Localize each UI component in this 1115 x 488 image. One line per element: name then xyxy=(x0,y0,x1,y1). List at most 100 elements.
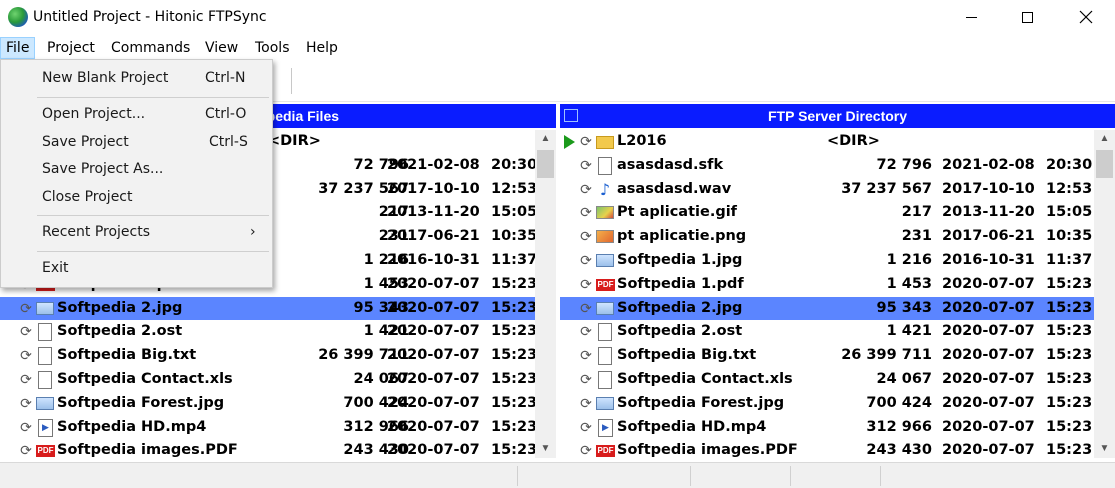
local-scrollbar[interactable]: ▲ ▼ xyxy=(535,130,556,458)
file-size: <DIR> xyxy=(827,133,880,149)
file-size: 312 966 xyxy=(866,418,932,435)
ftp-file-list: ⟳ L2016 <DIR> ⟳ asasdasd.sfk 72 796 2021-02-08… xyxy=(560,130,1094,463)
file-row[interactable]: ⟳ ▶ Softpedia HD.mp4 312 966 2020-07-07 15:23 xyxy=(560,416,1094,440)
menu-open-project[interactable]: Open Project... Ctrl-O xyxy=(2,102,271,126)
file-row[interactable]: ⟳ ▶ Softpedia HD.mp4 312 966 2020-07-07 15:23 xyxy=(0,416,537,440)
file-row[interactable]: ⟳ Softpedia Big.txt 26 399 711 2020-07-07 15… xyxy=(560,344,1094,368)
file-date: 2020-07-07 xyxy=(387,323,480,340)
scroll-down-icon[interactable]: ▼ xyxy=(1094,440,1115,458)
document-icon xyxy=(598,323,612,342)
file-row[interactable]: ⟳ Softpedia Forest.jpg 700 424 2020-07-07 15… xyxy=(560,392,1094,416)
chevron-right-icon: › xyxy=(250,224,256,240)
file-time: 15:23 xyxy=(491,347,538,364)
file-time: 15:23 xyxy=(491,275,538,292)
menu-close-project[interactable]: Close Project xyxy=(2,185,271,209)
menu-save-project-as[interactable]: Save Project As... xyxy=(2,157,271,181)
file-date: 2020-07-07 xyxy=(942,394,1035,411)
file-size: 1 453 xyxy=(886,275,932,292)
menu-bar: File Project Commands View Tools Help xyxy=(0,37,1115,59)
file-name: Softpedia Forest.jpg xyxy=(617,394,785,411)
file-size: 95 343 xyxy=(876,299,933,316)
file-name: Softpedia Contact.xls xyxy=(617,370,793,387)
file-row[interactable]: ⟳ asasdasd.sfk 72 796 2021-02-08 20:30 xyxy=(560,154,1094,178)
file-row[interactable]: ⟳ Softpedia 2.ost 1 421 2020-07-07 15:23 xyxy=(0,320,537,344)
minimize-button[interactable] xyxy=(948,0,994,34)
file-row[interactable]: ⟳ PDFSoftpedia 1.pdf 1 453 2020-07-07 15:23 xyxy=(560,273,1094,297)
file-row[interactable]: ⟳ Softpedia 2.jpg 95 343 2020-07-07 15:23 xyxy=(560,296,1094,321)
file-row[interactable]: ⟳ Softpedia Big.txt 26 399 711 2020-07-07 15… xyxy=(0,344,538,368)
video-file-icon: ▶ xyxy=(598,418,613,437)
file-row[interactable]: ⟳ Softpedia Contact.xls 24 067 2020-07-07 15… xyxy=(0,368,537,392)
file-row[interactable]: ⟳ Softpedia 1.jpg 1 216 2016-10-31 11:37 xyxy=(560,249,1094,273)
file-date: 2020-07-07 xyxy=(387,442,480,459)
menu-commands[interactable]: Commands xyxy=(106,37,195,59)
file-row[interactable]: ⟳ Softpedia 2.jpg 95 343 2020-07-07 15:23 xyxy=(0,296,538,321)
file-date: 2017-06-21 xyxy=(387,228,480,245)
file-time: 11:37 xyxy=(491,251,538,268)
ftp-pane-header: FTP Server Directory xyxy=(560,104,1115,128)
menu-save-project[interactable]: Save Project Ctrl-S xyxy=(2,130,271,154)
file-date: 2020-07-07 xyxy=(387,418,480,435)
file-time: 15:23 xyxy=(491,394,538,411)
file-menu-dropdown: New Blank Project Ctrl-N Open Project...… xyxy=(0,59,273,288)
menu-new-blank-project[interactable]: New Blank Project Ctrl-N xyxy=(2,66,271,90)
menu-tools[interactable]: Tools xyxy=(250,37,295,59)
scroll-thumb[interactable] xyxy=(1096,150,1113,178)
video-file-icon: ▶ xyxy=(38,418,53,437)
file-name: Softpedia 2.jpg xyxy=(57,299,183,316)
file-date: 2016-10-31 xyxy=(387,251,480,268)
document-icon xyxy=(598,347,612,366)
menu-view[interactable]: View xyxy=(200,37,243,59)
png-file-icon xyxy=(596,230,614,244)
ftp-server-pane: FTP Server Directory ⟳ L2016 <DIR> ⟳ asasdas… xyxy=(560,104,1115,460)
scroll-down-icon[interactable]: ▼ xyxy=(535,440,556,458)
file-date: 2020-07-07 xyxy=(942,418,1035,435)
file-name: Softpedia Forest.jpg xyxy=(57,394,225,411)
file-time: 15:23 xyxy=(1046,394,1093,411)
file-row[interactable]: ⟳ pt aplicatie.png 231 2017-06-21 10:35 xyxy=(560,225,1094,249)
file-row[interactable]: ⟳ Softpedia Contact.xls 24 067 2020-07-07 15… xyxy=(560,368,1094,392)
image-file-icon xyxy=(596,253,614,267)
close-button[interactable] xyxy=(1063,0,1109,34)
sync-status-icon: ⟳ xyxy=(580,181,592,198)
gif-file-icon xyxy=(596,206,614,220)
file-date: 2016-10-31 xyxy=(942,251,1035,268)
file-row[interactable]: ⟳ Pt aplicatie.gif 217 2013-11-20 15:05 xyxy=(560,201,1094,225)
menu-exit[interactable]: Exit xyxy=(2,256,271,280)
image-file-icon xyxy=(596,396,614,410)
play-icon xyxy=(564,135,575,149)
file-row[interactable]: ⟳ ♪ asasdasd.wav 37 237 567 2017-10-10 12:53 xyxy=(560,178,1094,202)
scroll-up-icon[interactable]: ▲ xyxy=(1094,130,1115,148)
file-time: 11:37 xyxy=(1046,251,1093,268)
file-name: Softpedia Big.txt xyxy=(617,347,757,364)
file-time: 15:23 xyxy=(1046,347,1093,364)
file-row[interactable]: ⟳ Softpedia 2.ost 1 421 2020-07-07 15:23 xyxy=(560,320,1094,344)
file-row[interactable]: ⟳ PDF Softpedia images.PDF 243 430 2020-07-0… xyxy=(0,439,537,463)
sync-status-icon: ⟳ xyxy=(580,300,592,317)
menu-help[interactable]: Help xyxy=(301,37,343,59)
scroll-thumb[interactable] xyxy=(537,150,554,178)
ftp-scrollbar[interactable]: ▲ ▼ xyxy=(1094,130,1115,458)
menu-item-label: Exit xyxy=(42,260,69,276)
scroll-up-icon[interactable]: ▲ xyxy=(535,130,556,148)
menu-project[interactable]: Project xyxy=(42,37,100,59)
menu-item-shortcut: Ctrl-S xyxy=(209,134,248,150)
maximize-icon xyxy=(1021,11,1033,23)
sync-status-icon: ⟳ xyxy=(20,371,32,388)
file-size: 72 796 xyxy=(876,156,933,173)
file-date: 2020-07-07 xyxy=(387,370,480,387)
file-row[interactable]: ⟳ Softpedia Forest.jpg 700 424 2020-07-07 15… xyxy=(0,392,538,416)
maximize-button[interactable] xyxy=(1004,0,1050,34)
file-time: 15:23 xyxy=(491,299,538,316)
file-row[interactable]: ⟳ PDF Softpedia images.PDF 243 430 2020-07-0… xyxy=(560,439,1094,463)
window-title: Untitled Project - Hitonic FTPSync xyxy=(33,9,267,25)
file-size: 243 430 xyxy=(866,442,932,459)
file-row[interactable]: ⟳ L2016 <DIR> xyxy=(560,130,1094,154)
sync-pane-icon[interactable] xyxy=(564,109,578,122)
file-time: 10:35 xyxy=(491,228,538,245)
sync-status-icon: ⟳ xyxy=(580,276,592,293)
file-size: 24 067 xyxy=(876,370,933,387)
menu-separator xyxy=(37,97,269,98)
menu-file[interactable]: File xyxy=(0,37,36,59)
menu-recent-projects[interactable]: Recent Projects › xyxy=(2,220,271,244)
